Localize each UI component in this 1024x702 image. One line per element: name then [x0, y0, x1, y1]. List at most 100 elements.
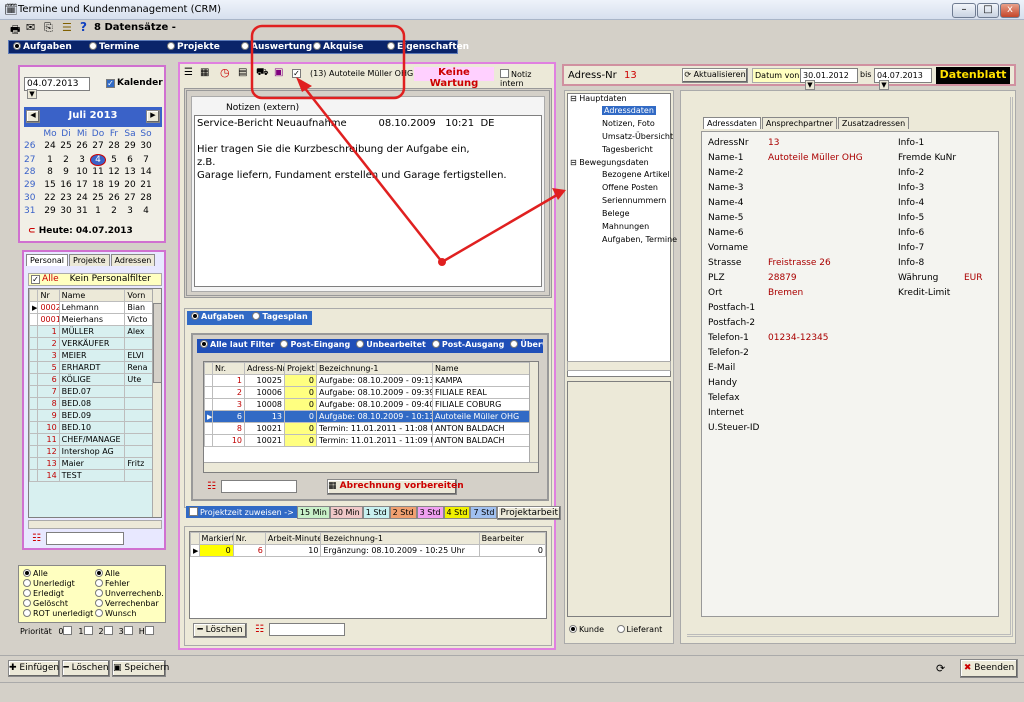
status_left-option[interactable]: ROT unerledigt [23, 609, 93, 619]
tasks-h-scrollbar[interactable] [204, 462, 538, 472]
projektzeit-label[interactable]: Projektzeit zuweisen -> [186, 506, 297, 518]
prev-month-button[interactable]: ◀ [26, 110, 40, 123]
task-filter-3[interactable]: Post-Ausgang [429, 339, 507, 350]
field-value[interactable]: 13 [768, 138, 779, 148]
tree-item[interactable]: Notizen, Foto [568, 119, 670, 132]
checkbox-icon[interactable] [63, 626, 73, 635]
calendar-day[interactable]: 27 [122, 193, 138, 203]
table-row[interactable]: 1 MÜLLER Alex [29, 325, 153, 338]
truck-icon[interactable]: ⛟ [256, 67, 269, 80]
tree-item[interactable]: Mahnungen [568, 222, 670, 235]
calendar-day[interactable]: 9 [58, 167, 74, 177]
calendar-day[interactable]: 29 [122, 141, 138, 151]
personal-table[interactable]: Nr Name Vorn ▶ 0002 Lehmann Bian 0001 Meierhans V… [28, 288, 162, 518]
table-row[interactable]: 9 BED.09 [29, 409, 153, 422]
field-value[interactable]: 28879 [768, 273, 797, 283]
column-header[interactable]: Bezeichnung-1 [320, 532, 480, 545]
personal-tab-1[interactable]: Projekte [69, 254, 110, 266]
calendar-day[interactable]: 18 [90, 180, 106, 190]
task-filter-1[interactable]: Post-Eingang [277, 339, 353, 350]
table-row[interactable]: 8 10021 0 Termin: 11.01.2011 - 11:08 Uhr ANT… [204, 422, 531, 435]
list-icon[interactable]: ☰ [62, 21, 72, 34]
tree-group[interactable]: ⊟ Hauptdaten [568, 94, 670, 106]
tasks-scrollbar[interactable] [529, 362, 538, 462]
tree-item[interactable]: Tagesbericht [568, 145, 670, 158]
calendar-day[interactable]: 17 [74, 180, 90, 190]
calendar-day[interactable]: 23 [58, 193, 74, 203]
calendar-day[interactable]: 14 [138, 167, 154, 177]
calendar-day[interactable]: 24 [74, 193, 90, 203]
task-filter-2[interactable]: Unbearbeitet [353, 339, 429, 350]
tree-group[interactable]: ⊟ Bewegungsdaten [568, 158, 670, 170]
tasks-table[interactable]: Nr. Adress-Nr Projekt Bezeichnung-1 Name 1 100… [203, 361, 539, 473]
nav-tree[interactable]: ⊟ Hauptdaten Adressdaten Notizen, Foto Umsa… [567, 93, 677, 377]
calendar-icon[interactable]: ▣ [274, 67, 283, 78]
table-row[interactable]: 13 Maier Fritz [29, 457, 153, 470]
calendar-day[interactable]: 1 [90, 206, 106, 216]
abrechnung-button[interactable]: ▦ Abrechnung vorbereiten [327, 479, 464, 495]
calendar-day[interactable]: 2 [106, 206, 122, 216]
projektzeit-option[interactable]: 15 Min [296, 506, 330, 519]
calendar-day[interactable]: 3 [74, 155, 90, 165]
calendar-day[interactable]: 8 [42, 167, 58, 177]
projektzeit-option[interactable]: 4 Std [443, 506, 471, 519]
delete-button[interactable]: ━ Löschen [62, 660, 110, 677]
tree-item[interactable]: Bezogene Artikel [568, 170, 670, 183]
grid-icon[interactable]: ☷ [32, 533, 41, 544]
status_left-option[interactable]: Gelöscht [23, 599, 93, 609]
column-header[interactable]: Arbeit-Minuten [264, 532, 322, 545]
table-row[interactable]: 14 TEST [29, 469, 153, 482]
table-row[interactable]: 7 BED.07 [29, 385, 153, 398]
calendar-day[interactable]: 10 [74, 167, 90, 177]
personal-search-input[interactable] [46, 532, 124, 545]
address-tab-1[interactable]: Ansprechpartner [761, 117, 837, 129]
lieferant-radio[interactable]: Lieferant [616, 625, 662, 634]
list-icon[interactable]: ☰ [184, 67, 193, 78]
status_right-option[interactable]: Alle [95, 569, 164, 579]
minimize-button[interactable]: – [952, 3, 976, 18]
table-row[interactable]: 3 MEIER ELVI [29, 349, 153, 362]
print-icon[interactable]: 🖶 [10, 21, 20, 40]
calendar-day[interactable]: 25 [90, 193, 106, 203]
aktualisieren-button[interactable]: ⟳ Aktualisieren [682, 68, 748, 83]
column-header[interactable]: Projekt [284, 362, 317, 375]
column-header[interactable]: Name [58, 289, 126, 302]
kunde-radio[interactable]: Kunde [569, 625, 604, 634]
tree-item[interactable]: Seriennummern [568, 196, 670, 209]
field-value[interactable]: Autoteile Müller OHG [768, 153, 863, 163]
calendar-day[interactable]: 3 [122, 206, 138, 216]
personal-tab-2[interactable]: Adressen [110, 254, 156, 266]
status_right-option[interactable]: Fehler [95, 579, 164, 589]
calendar-day[interactable]: 28 [138, 193, 154, 203]
table-row[interactable]: 0001 Meierhans Victo [29, 313, 153, 326]
column-header[interactable]: Vorn [124, 289, 153, 302]
calendar-day[interactable]: 26 [74, 141, 90, 151]
beenden-button[interactable]: ✖ Beenden [960, 659, 1018, 678]
worklog-table[interactable]: MarkiertNr.Arbeit-MinutenBezeichnung-1Be… [189, 531, 547, 619]
calendar-day[interactable]: 29 [42, 206, 58, 216]
table-row[interactable]: 1100250Aufgabe: 08.10.2009 - 09:13 UhrKA… [204, 374, 531, 387]
checkbox-icon[interactable] [123, 626, 133, 635]
checkbox-icon[interactable] [103, 626, 113, 635]
einfuegen-button[interactable]: ✚ Einfügen [8, 660, 60, 677]
notiz-intern-checkbox[interactable]: Notiz intern [500, 69, 554, 88]
tree-item[interactable]: Umsatz-Übersicht [568, 132, 673, 145]
table-row[interactable]: 5 ERHARDT Rena [29, 361, 153, 374]
calendar-day[interactable]: 31 [74, 206, 90, 216]
field-value[interactable]: 01234-12345 [768, 333, 829, 343]
nav-item-3[interactable]: Auswertung [241, 42, 312, 52]
calendar-day[interactable]: 1 [42, 155, 58, 165]
calendar-day[interactable]: 16 [58, 180, 74, 190]
column-header[interactable]: Adress-Nr [244, 362, 285, 375]
calendar-day[interactable]: 22 [42, 193, 58, 203]
maximize-button[interactable]: □ [977, 3, 999, 18]
status_left-option[interactable]: Alle [23, 569, 93, 579]
document-icon[interactable]: ▤ [238, 67, 247, 78]
refresh-icon[interactable]: ⟳ [936, 662, 945, 675]
grid-icon[interactable]: ☷ [207, 481, 216, 492]
calendar-day[interactable]: 6 [122, 155, 138, 165]
table-row[interactable]: 2100060Aufgabe: 08.10.2009 - 09:39 UhrFI… [204, 386, 531, 399]
column-header[interactable]: Bezeichnung-1 [316, 362, 433, 375]
projektarbeit-button[interactable]: Projektarbeit [497, 506, 561, 520]
nav-item-0[interactable]: Aufgaben [13, 42, 72, 52]
